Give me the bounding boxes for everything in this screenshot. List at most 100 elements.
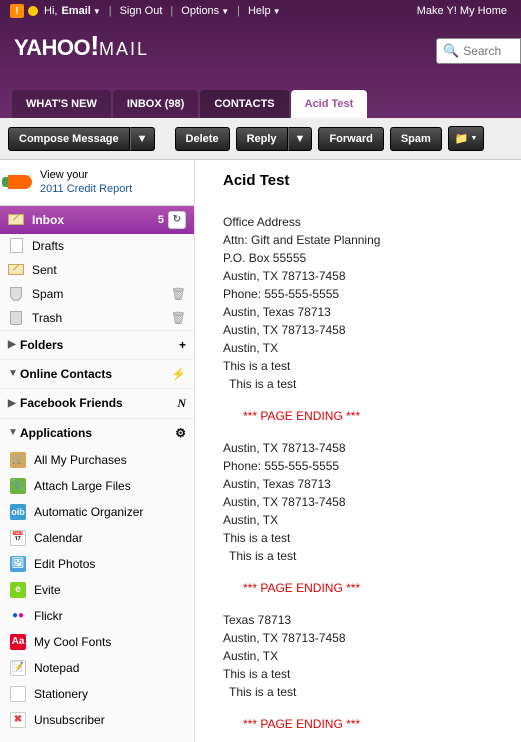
- tab-contacts[interactable]: CONTACTS: [200, 90, 288, 118]
- folder-inbox[interactable]: Inbox 5 ↻: [0, 206, 194, 234]
- text-line: This is a test: [223, 357, 521, 375]
- bolt-icon[interactable]: ⚡: [171, 367, 186, 381]
- text-line: This is a test: [229, 547, 521, 565]
- calendar-icon: 📅: [10, 530, 26, 546]
- evite-icon: e: [10, 582, 26, 598]
- top-bar: ! Hi, Email▼ | Sign Out | Options▼ | Hel…: [0, 0, 521, 22]
- text-line: P.O. Box 55555: [223, 249, 521, 267]
- text-line: Austin, TX: [223, 647, 521, 665]
- page-ending: *** PAGE ENDING ***: [243, 579, 521, 597]
- chevron-down-icon: ▼: [8, 427, 20, 438]
- text-line: Texas 78713: [223, 611, 521, 629]
- toolbar: Compose Message ▼ Delete Reply ▼ Forward…: [0, 118, 521, 160]
- section-online-contacts[interactable]: ▼ Online Contacts ⚡: [0, 359, 194, 388]
- text-line: Phone: 555-555-5555: [223, 285, 521, 303]
- promo-line1: View your: [40, 168, 132, 182]
- compose-button[interactable]: Compose Message: [8, 127, 130, 151]
- empty-trash-icon[interactable]: 🗑: [171, 311, 186, 325]
- sent-icon: [8, 263, 24, 277]
- app-evite[interactable]: eEvite: [0, 577, 194, 603]
- text-line: Austin, TX 78713-7458: [223, 321, 521, 339]
- alert-badge-icon[interactable]: !: [10, 4, 24, 18]
- app-calendar[interactable]: 📅Calendar: [0, 525, 194, 551]
- section-applications[interactable]: ▼ Applications ⚙: [0, 418, 194, 447]
- spam-button[interactable]: Spam: [390, 127, 442, 151]
- folder-trash[interactable]: Trash 🗑: [0, 306, 194, 330]
- search-input[interactable]: [463, 44, 518, 58]
- search-box[interactable]: 🔍: [436, 38, 521, 64]
- reply-button[interactable]: Reply: [236, 127, 288, 151]
- options-link[interactable]: Options▼: [181, 5, 229, 17]
- tab-inbox[interactable]: INBOX (98): [113, 90, 198, 118]
- text-line: Austin, TX: [223, 511, 521, 529]
- empty-spam-icon[interactable]: 🗑: [171, 287, 186, 301]
- oib-icon: oib: [10, 504, 26, 520]
- add-folder-icon[interactable]: +: [179, 338, 186, 352]
- text-line: This is a test: [229, 683, 521, 701]
- text-line: Austin, Texas 78713: [223, 303, 521, 321]
- email-link[interactable]: Email▼: [61, 5, 100, 17]
- app-unsubscriber[interactable]: ✖Unsubscriber: [0, 707, 194, 733]
- shield-icon: [8, 287, 24, 301]
- delete-button[interactable]: Delete: [175, 127, 230, 151]
- make-home-link[interactable]: Make Y! My Home: [417, 5, 507, 17]
- app-attach[interactable]: 📎Attach Large Files: [0, 473, 194, 499]
- notepad-icon: 📝: [10, 660, 26, 676]
- forward-button[interactable]: Forward: [318, 127, 383, 151]
- text-line: This is a test: [223, 529, 521, 547]
- status-icon: [28, 6, 38, 16]
- text-line: Office Address: [223, 213, 521, 231]
- move-button[interactable]: 📁▼: [448, 126, 485, 151]
- compose-dropdown[interactable]: ▼: [130, 127, 155, 151]
- app-organizer[interactable]: oibAutomatic Organizer: [0, 499, 194, 525]
- app-stationery[interactable]: ✉Stationery: [0, 681, 194, 707]
- promo[interactable]: View your 2011 Credit Report: [0, 160, 194, 206]
- unsubscriber-icon: ✖: [10, 712, 26, 728]
- trash-icon: [8, 311, 24, 325]
- sign-out-link[interactable]: Sign Out: [120, 5, 163, 17]
- app-notepad[interactable]: 📝Notepad: [0, 655, 194, 681]
- text-line: This is a test: [229, 375, 521, 393]
- text-line: Austin, Texas 78713: [223, 475, 521, 493]
- email-content: Acid Test Office AddressAttn: Gift and E…: [195, 160, 521, 742]
- chevron-down-icon: ▼: [8, 368, 20, 379]
- clip-icon: 📎: [10, 478, 26, 494]
- chevron-right-icon: ▶: [8, 398, 20, 409]
- tab-acid-test[interactable]: Acid Test: [291, 90, 368, 118]
- reply-dropdown[interactable]: ▼: [288, 127, 313, 151]
- folder-sent[interactable]: Sent: [0, 258, 194, 282]
- email-title: Acid Test: [223, 172, 521, 189]
- cart-icon: 🛒: [10, 452, 26, 468]
- section-folders[interactable]: ▶ Folders +: [0, 330, 194, 359]
- carrot-icon: [8, 175, 32, 189]
- app-flickr[interactable]: ●●Flickr: [0, 603, 194, 629]
- text-line: Austin, TX 78713-7458: [223, 267, 521, 285]
- flickr-icon: ●●: [10, 608, 26, 624]
- tab-whats-new[interactable]: WHAT'S NEW: [12, 90, 111, 118]
- page-ending: *** PAGE ENDING ***: [243, 715, 521, 733]
- app-purchases[interactable]: 🛒All My Purchases: [0, 447, 194, 473]
- envelope-icon: [8, 213, 24, 227]
- text-line: Austin, TX 78713-7458: [223, 493, 521, 511]
- fonts-icon: Aa: [10, 634, 26, 650]
- promo-link[interactable]: 2011 Credit Report: [40, 183, 132, 195]
- gear-icon[interactable]: ⚙: [175, 426, 186, 440]
- page-ending: *** PAGE ENDING ***: [243, 407, 521, 425]
- app-photos[interactable]: 🖼Edit Photos: [0, 551, 194, 577]
- section-facebook-friends[interactable]: ▶ Facebook Friends N: [0, 388, 194, 418]
- text-line: Austin, TX 78713-7458: [223, 629, 521, 647]
- bolt-off-icon[interactable]: N: [177, 396, 186, 411]
- sidebar: View your 2011 Credit Report Inbox 5 ↻ D…: [0, 160, 195, 742]
- chevron-right-icon: ▶: [8, 339, 20, 350]
- drafts-icon: [8, 239, 24, 253]
- folder-spam[interactable]: Spam 🗑: [0, 282, 194, 306]
- text-line: Attn: Gift and Estate Planning: [223, 231, 521, 249]
- text-line: Phone: 555-555-5555: [223, 457, 521, 475]
- email-body: Office AddressAttn: Gift and Estate Plan…: [223, 213, 521, 733]
- help-link[interactable]: Help▼: [248, 5, 281, 17]
- refresh-icon[interactable]: ↻: [168, 211, 186, 229]
- folder-drafts[interactable]: Drafts: [0, 234, 194, 258]
- photo-icon: 🖼: [10, 556, 26, 572]
- app-fonts[interactable]: AaMy Cool Fonts: [0, 629, 194, 655]
- header: ! Hi, Email▼ | Sign Out | Options▼ | Hel…: [0, 0, 521, 118]
